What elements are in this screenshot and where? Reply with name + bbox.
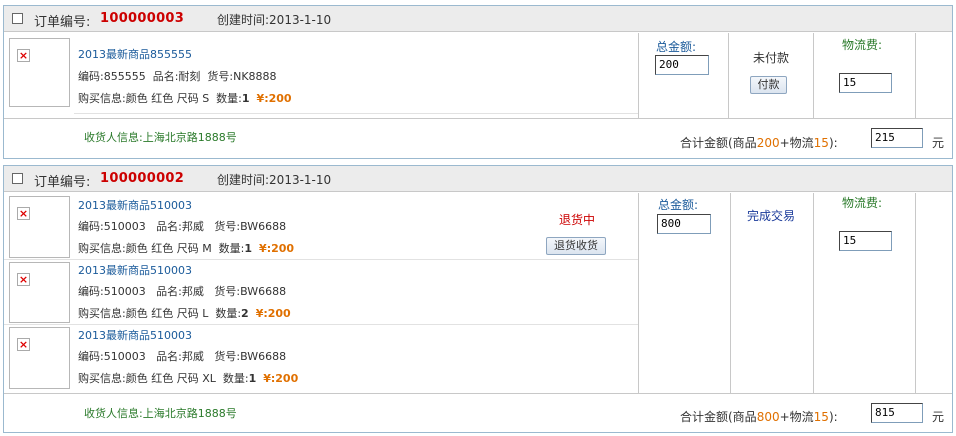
shipping-fee-input[interactable]: 15 [839, 73, 892, 93]
total-amount-label: 总金额: [656, 40, 697, 54]
total-amount-input[interactable]: 200 [655, 55, 709, 75]
order-id: 100000002 [100, 171, 185, 186]
product-row: × 2013最新商品510003 编码:510003 品名:邦威 货号:BW66… [4, 325, 638, 393]
order-id-label: 订单编号: [34, 175, 91, 190]
currency-unit: 元 [932, 410, 945, 424]
sum-prefix: 合计金额(商品 [680, 136, 757, 150]
shipping-fee-label: 物流费: [842, 38, 883, 52]
product-image[interactable]: × [9, 196, 70, 258]
receiver-info: 收货人信息:上海北京路1888号 [84, 407, 237, 420]
sum-mid: +物流 [779, 136, 814, 150]
buy-info-text: 购买信息:颜色 红色 尺码 M 数量: [78, 242, 245, 255]
product-image[interactable]: × [9, 262, 70, 323]
created-time: 创建时间:2013-1-10 [217, 13, 332, 27]
product-qty: 1 [248, 372, 257, 385]
product-qty: 1 [244, 242, 253, 255]
order-select-checkbox[interactable] [12, 173, 23, 184]
product-image[interactable]: × [9, 38, 70, 107]
order-card: 订单编号: 100000003 创建时间:2013-1-10 × 2013最新商… [3, 5, 953, 159]
order-footer: 收货人信息:上海北京路1888号 合计金额(商品800+物流15): 815 元 [4, 393, 952, 433]
order-sum-input[interactable]: 815 [871, 403, 923, 423]
order-header: 订单编号: 100000002 创建时间:2013-1-10 [4, 166, 952, 192]
shipping-fee-label: 物流费: [842, 196, 883, 210]
product-code-line: 编码:510003 品名:邦威 货号:BW6688 [78, 350, 287, 363]
product-code-line: 编码:510003 品名:邦威 货号:BW6688 [78, 285, 287, 298]
sum-shipping: 15 [813, 410, 829, 424]
return-status: 退货中 [559, 213, 596, 227]
order-header: 订单编号: 100000003 创建时间:2013-1-10 [4, 6, 952, 32]
product-price: ¥:200 [263, 372, 299, 385]
product-qty: 1 [241, 92, 250, 105]
sum-goods: 200 [756, 136, 780, 150]
order-footer: 收货人信息:上海北京路1888号 合计金额(商品200+物流15): 215 元 [4, 118, 952, 158]
product-buy-info: 购买信息:颜色 红色 尺码 M 数量:1 ¥:200 [78, 240, 294, 256]
product-list: × 2013最新商品510003 编码:510003 品名:邦威 货号:BW66… [4, 193, 638, 393]
product-price: ¥:200 [259, 242, 295, 255]
product-row: × 2013最新商品855555 编码:855555 品名:耐刻 货号:NK88… [4, 33, 638, 113]
buy-info-text: 购买信息:颜色 红色 尺码 S 数量: [78, 92, 242, 105]
order-sum-input[interactable]: 215 [871, 128, 923, 148]
order-id-label: 订单编号: [34, 15, 91, 30]
order-card: 订单编号: 100000002 创建时间:2013-1-10 × 2013最新商… [3, 165, 953, 433]
product-list: × 2013最新商品855555 编码:855555 品名:耐刻 货号:NK88… [4, 33, 638, 118]
broken-image-icon: × [17, 49, 30, 62]
sum-suffix: ): [828, 136, 838, 150]
product-name-link[interactable]: 2013最新商品510003 [78, 197, 192, 213]
total-amount-input[interactable]: 800 [657, 214, 711, 234]
product-row: × 2013最新商品510003 编码:510003 品名:邦威 货号:BW66… [4, 260, 638, 325]
broken-image-icon: × [17, 273, 30, 286]
return-receive-button[interactable]: 退货收货 [546, 237, 606, 255]
sum-goods: 800 [756, 410, 780, 424]
order-sum-text: 合计金额(商品200+物流15): [680, 134, 838, 151]
total-amount-label: 总金额: [658, 198, 699, 212]
product-row: × 2013最新商品510003 编码:510003 品名:邦威 货号:BW66… [4, 193, 638, 260]
order-select-checkbox[interactable] [12, 13, 23, 24]
pay-button[interactable]: 付款 [750, 76, 787, 94]
product-price: ¥:200 [255, 307, 291, 320]
product-name-link[interactable]: 2013最新商品855555 [78, 46, 192, 62]
buy-info-text: 购买信息:颜色 红色 尺码 XL 数量: [78, 372, 249, 385]
product-qty: 2 [241, 307, 249, 320]
product-name-link[interactable]: 2013最新商品510003 [78, 262, 192, 278]
order-sum-text: 合计金额(商品800+物流15): [680, 408, 838, 425]
product-code-line: 编码:855555 品名:耐刻 货号:NK8888 [78, 70, 277, 83]
broken-image-icon: × [17, 207, 30, 220]
shipping-fee-input[interactable]: 15 [839, 231, 892, 251]
receiver-info: 收货人信息:上海北京路1888号 [84, 131, 237, 144]
product-buy-info: 购买信息:颜色 红色 尺码 L 数量:2 ¥:200 [78, 305, 291, 321]
product-code-line: 编码:510003 品名:邦威 货号:BW6688 [78, 220, 287, 233]
product-name-link[interactable]: 2013最新商品510003 [78, 327, 192, 343]
sum-shipping: 15 [813, 136, 829, 150]
buy-info-text: 购买信息:颜色 红色 尺码 L 数量: [78, 307, 242, 320]
product-price: ¥:200 [256, 92, 292, 105]
payment-status: 未付款 [753, 51, 790, 65]
sum-mid: +物流 [779, 410, 814, 424]
product-buy-info: 购买信息:颜色 红色 尺码 XL 数量:1 ¥:200 [78, 370, 298, 386]
product-image[interactable]: × [9, 327, 70, 389]
sum-prefix: 合计金额(商品 [680, 410, 757, 424]
order-id: 100000003 [100, 11, 185, 26]
created-time: 创建时间:2013-1-10 [217, 173, 332, 187]
trade-status: 完成交易 [747, 209, 796, 223]
currency-unit: 元 [932, 136, 945, 150]
product-buy-info: 购买信息:颜色 红色 尺码 S 数量:1 ¥:200 [78, 90, 292, 106]
sum-suffix: ): [828, 410, 838, 424]
broken-image-icon: × [17, 338, 30, 351]
